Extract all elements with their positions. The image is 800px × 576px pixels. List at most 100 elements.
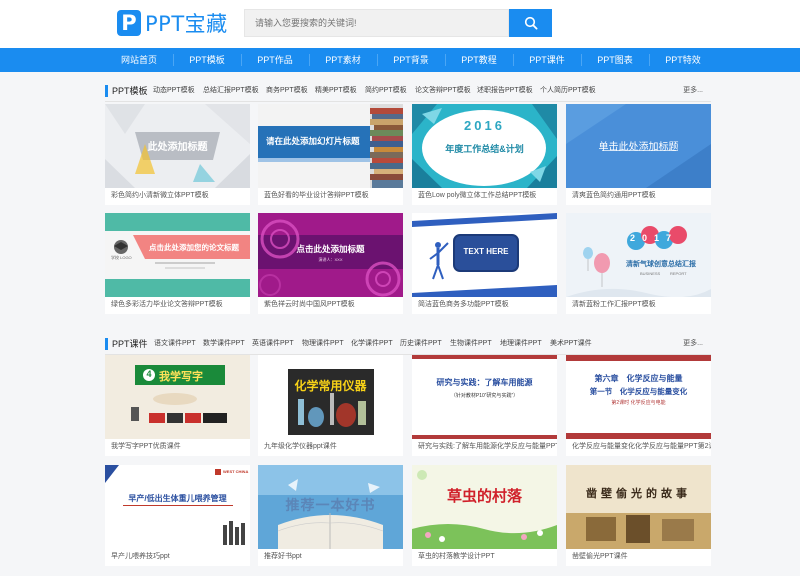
template-card[interactable]: 点击此处添加标题 演讲人：XXX 紫色祥云时尚中国风PPT模板 bbox=[258, 213, 403, 314]
thumb-year: 2017 bbox=[630, 233, 679, 243]
card-thumbnail[interactable]: 2017 清新气球创意总结汇报 BUSINESS REPORT bbox=[566, 213, 711, 297]
thumb-subtitle: 第2课时 化学反应与电能 bbox=[611, 400, 666, 406]
card-thumbnail[interactable]: 4 我学写字 bbox=[105, 355, 250, 439]
category-link[interactable]: 简约PPT模板 bbox=[365, 84, 407, 98]
nav-item-ppt-tutorials[interactable]: PPT教程 bbox=[445, 48, 513, 72]
template-card[interactable]: 此处添加标题 彩色简约小清新微立体PPT模板 bbox=[105, 104, 250, 205]
template-card[interactable]: 请在此处添加幻灯片标题 蓝色好看的毕业设计答辩PPT模板 bbox=[258, 104, 403, 205]
nav-item-ppt-works[interactable]: PPT作品 bbox=[241, 48, 309, 72]
category-link[interactable]: 论文答辩PPT模板 bbox=[415, 84, 471, 98]
thumb-subtitle: 演讲人：XXX bbox=[318, 257, 343, 262]
section-title[interactable]: PPT模板 bbox=[112, 84, 148, 98]
card-thumbnail[interactable]: 单击此处添加标题 bbox=[566, 104, 711, 188]
card-title[interactable]: 清新蓝粉工作汇报PPT模板 bbox=[572, 300, 711, 310]
nav-item-ppt-materials[interactable]: PPT素材 bbox=[309, 48, 377, 72]
category-link[interactable]: 化学课件PPT bbox=[351, 337, 393, 351]
section-marker bbox=[105, 338, 108, 350]
template-card[interactable]: 点击此处添加您的论文标题 学校 LOGO 绿色多彩活力毕业论文答辩PPT模板 bbox=[105, 213, 250, 314]
card-thumbnail[interactable]: TEXT HERE bbox=[412, 213, 557, 297]
template-card[interactable]: 单击此处添加标题 清爽蓝色简约通用PPT模板 bbox=[566, 104, 711, 205]
nav-item-ppt-effects[interactable]: PPT特效 bbox=[649, 48, 717, 72]
card-thumbnail[interactable]: 请在此处添加幻灯片标题 bbox=[258, 104, 403, 188]
search-button[interactable] bbox=[509, 9, 552, 37]
card-title[interactable]: 蓝色好看的毕业设计答辩PPT模板 bbox=[264, 191, 403, 201]
category-link[interactable]: 地理课件PPT bbox=[500, 337, 542, 351]
courseware-card[interactable]: 第六章 化学反应与能量 第一节 化学反应与能量变化 第2课时 化学反应与电能 化… bbox=[566, 355, 711, 456]
category-link[interactable]: 美术PPT课件 bbox=[550, 337, 592, 351]
card-title[interactable]: 化学反应与能量变化化学反应与能量PPT第2课时 bbox=[572, 442, 711, 452]
thumb-logo-text: 学校 LOGO bbox=[111, 255, 132, 260]
category-link[interactable]: 物理课件PPT bbox=[302, 337, 344, 351]
thumb-title: 推荐一本好书 bbox=[285, 497, 376, 513]
nav-item-ppt-templates[interactable]: PPT模板 bbox=[173, 48, 241, 72]
card-thumbnail[interactable]: 研究与实践：了解车用能源 （针对教材P10“研究与实践”） bbox=[412, 355, 557, 439]
card-title[interactable]: 蓝色Low poly微立体工作总结PPT模板 bbox=[418, 191, 557, 201]
thumb-title: 此处添加标题 bbox=[147, 142, 208, 153]
card-title[interactable]: 简洁蓝色商务多功能PPT模板 bbox=[418, 300, 557, 310]
card-thumbnail[interactable]: 点击此处添加标题 演讲人：XXX bbox=[258, 213, 403, 297]
card-thumbnail[interactable]: 草虫的村落 bbox=[412, 465, 557, 549]
nav-item-home[interactable]: 网站首页 bbox=[105, 48, 173, 72]
card-title[interactable]: 九年级化学仪器ppt课件 bbox=[264, 442, 403, 452]
card-title[interactable]: 凿壁偷光PPT课件 bbox=[572, 552, 711, 562]
card-thumbnail[interactable]: WEST CHINA 早产/低出生体重儿喂养管理 bbox=[105, 465, 250, 549]
search-bar bbox=[244, 9, 552, 37]
section-header: PPT课件 语文课件PPT 数学课件PPT 英语课件PPT 物理课件PPT 化学… bbox=[105, 337, 711, 351]
more-link[interactable]: 更多... bbox=[683, 84, 703, 98]
card-thumbnail[interactable]: 此处添加标题 bbox=[105, 104, 250, 188]
category-link[interactable]: 数学课件PPT bbox=[203, 337, 245, 351]
category-link[interactable]: 述职报告PPT模板 bbox=[477, 84, 533, 98]
card-title[interactable]: 绿色多彩活力毕业论文答辩PPT模板 bbox=[111, 300, 250, 310]
courseware-card[interactable]: 研究与实践：了解车用能源 （针对教材P10“研究与实践”） 研究与实践:了解车用… bbox=[412, 355, 557, 456]
category-link[interactable]: 商务PPT模板 bbox=[266, 84, 308, 98]
thumb-subtitle: （针对教材P10“研究与实践”） bbox=[450, 393, 519, 399]
logo-text: PPT宝藏 bbox=[145, 12, 228, 36]
card-title[interactable]: 彩色简约小清新微立体PPT模板 bbox=[111, 191, 250, 201]
card-thumbnail[interactable]: 第六章 化学反应与能量 第一节 化学反应与能量变化 第2课时 化学反应与电能 bbox=[566, 355, 711, 439]
template-card[interactable]: 2016 年度工作总结&计划 蓝色Low poly微立体工作总结PPT模板 bbox=[412, 104, 557, 205]
card-title[interactable]: 紫色祥云时尚中国风PPT模板 bbox=[264, 300, 403, 310]
thumb-title: 清新气球创意总结汇报 bbox=[626, 261, 696, 268]
category-link[interactable]: 动态PPT模板 bbox=[153, 84, 195, 98]
courseware-card[interactable]: 凿壁偷光的故事 凿壁偷光PPT课件 bbox=[566, 465, 711, 566]
thumb-subtitle: REPORT bbox=[670, 271, 687, 276]
search-icon bbox=[524, 16, 538, 30]
card-title[interactable]: 我学写字PPT优质课件 bbox=[111, 442, 250, 452]
template-card[interactable]: TEXT HERE 简洁蓝色商务多功能PPT模板 bbox=[412, 213, 557, 314]
courseware-card[interactable]: WEST CHINA 早产/低出生体重儿喂养管理 早产儿喂养技巧ppt bbox=[105, 465, 250, 566]
card-thumbnail[interactable]: 2016 年度工作总结&计划 bbox=[412, 104, 557, 188]
card-title[interactable]: 清爽蓝色简约通用PPT模板 bbox=[572, 191, 711, 201]
courseware-card[interactable]: 化学常用仪器 九年级化学仪器ppt课件 bbox=[258, 355, 403, 456]
more-link[interactable]: 更多... bbox=[683, 337, 703, 351]
template-card[interactable]: 2017 清新气球创意总结汇报 BUSINESS REPORT 清新蓝粉工作汇报… bbox=[566, 213, 711, 314]
card-title[interactable]: 推荐好书ppt bbox=[264, 552, 403, 562]
nav-item-ppt-charts[interactable]: PPT图表 bbox=[581, 48, 649, 72]
category-link[interactable]: 历史课件PPT bbox=[400, 337, 442, 351]
site-logo[interactable]: P PPT宝藏 bbox=[117, 9, 228, 37]
thumb-title: 点击此处添加您的论文标题 bbox=[149, 243, 239, 252]
category-link[interactable]: 语文课件PPT bbox=[154, 337, 196, 351]
courseware-card[interactable]: 草虫的村落 草虫的村落教学设计PPT bbox=[412, 465, 557, 566]
courseware-card[interactable]: 推荐一本好书 推荐好书ppt bbox=[258, 465, 403, 566]
section-title[interactable]: PPT课件 bbox=[112, 337, 148, 351]
category-link[interactable]: 英语课件PPT bbox=[252, 337, 294, 351]
thumb-title: 草虫的村落 bbox=[446, 488, 522, 505]
thumb-badge: WEST CHINA bbox=[223, 469, 249, 474]
search-input[interactable] bbox=[244, 9, 509, 37]
category-link[interactable]: 个人简历PPT模板 bbox=[540, 84, 596, 98]
card-thumbnail[interactable]: 化学常用仪器 bbox=[258, 355, 403, 439]
nav-item-ppt-courseware[interactable]: PPT课件 bbox=[513, 48, 581, 72]
card-title[interactable]: 草虫的村落教学设计PPT bbox=[418, 552, 557, 562]
nav-item-ppt-backgrounds[interactable]: PPT背景 bbox=[377, 48, 445, 72]
category-link[interactable]: 生物课件PPT bbox=[450, 337, 492, 351]
category-link[interactable]: 精美PPT模板 bbox=[315, 84, 357, 98]
thumb-title: 早产/低出生体重儿喂养管理 bbox=[128, 494, 227, 503]
category-link[interactable]: 总结汇报PPT模板 bbox=[203, 84, 259, 98]
courseware-card[interactable]: 4 我学写字 我学写字PPT优质课件 bbox=[105, 355, 250, 456]
card-thumbnail[interactable]: 推荐一本好书 bbox=[258, 465, 403, 549]
card-thumbnail[interactable]: 凿壁偷光的故事 bbox=[566, 465, 711, 549]
thumb-subtitle: 第一节 化学反应与能量变化 bbox=[589, 387, 688, 396]
card-title[interactable]: 早产儿喂养技巧ppt bbox=[111, 552, 250, 562]
card-thumbnail[interactable]: 点击此处添加您的论文标题 学校 LOGO bbox=[105, 213, 250, 297]
card-title[interactable]: 研究与实践:了解车用能源化学反应与能量PPT课件 bbox=[418, 442, 557, 452]
